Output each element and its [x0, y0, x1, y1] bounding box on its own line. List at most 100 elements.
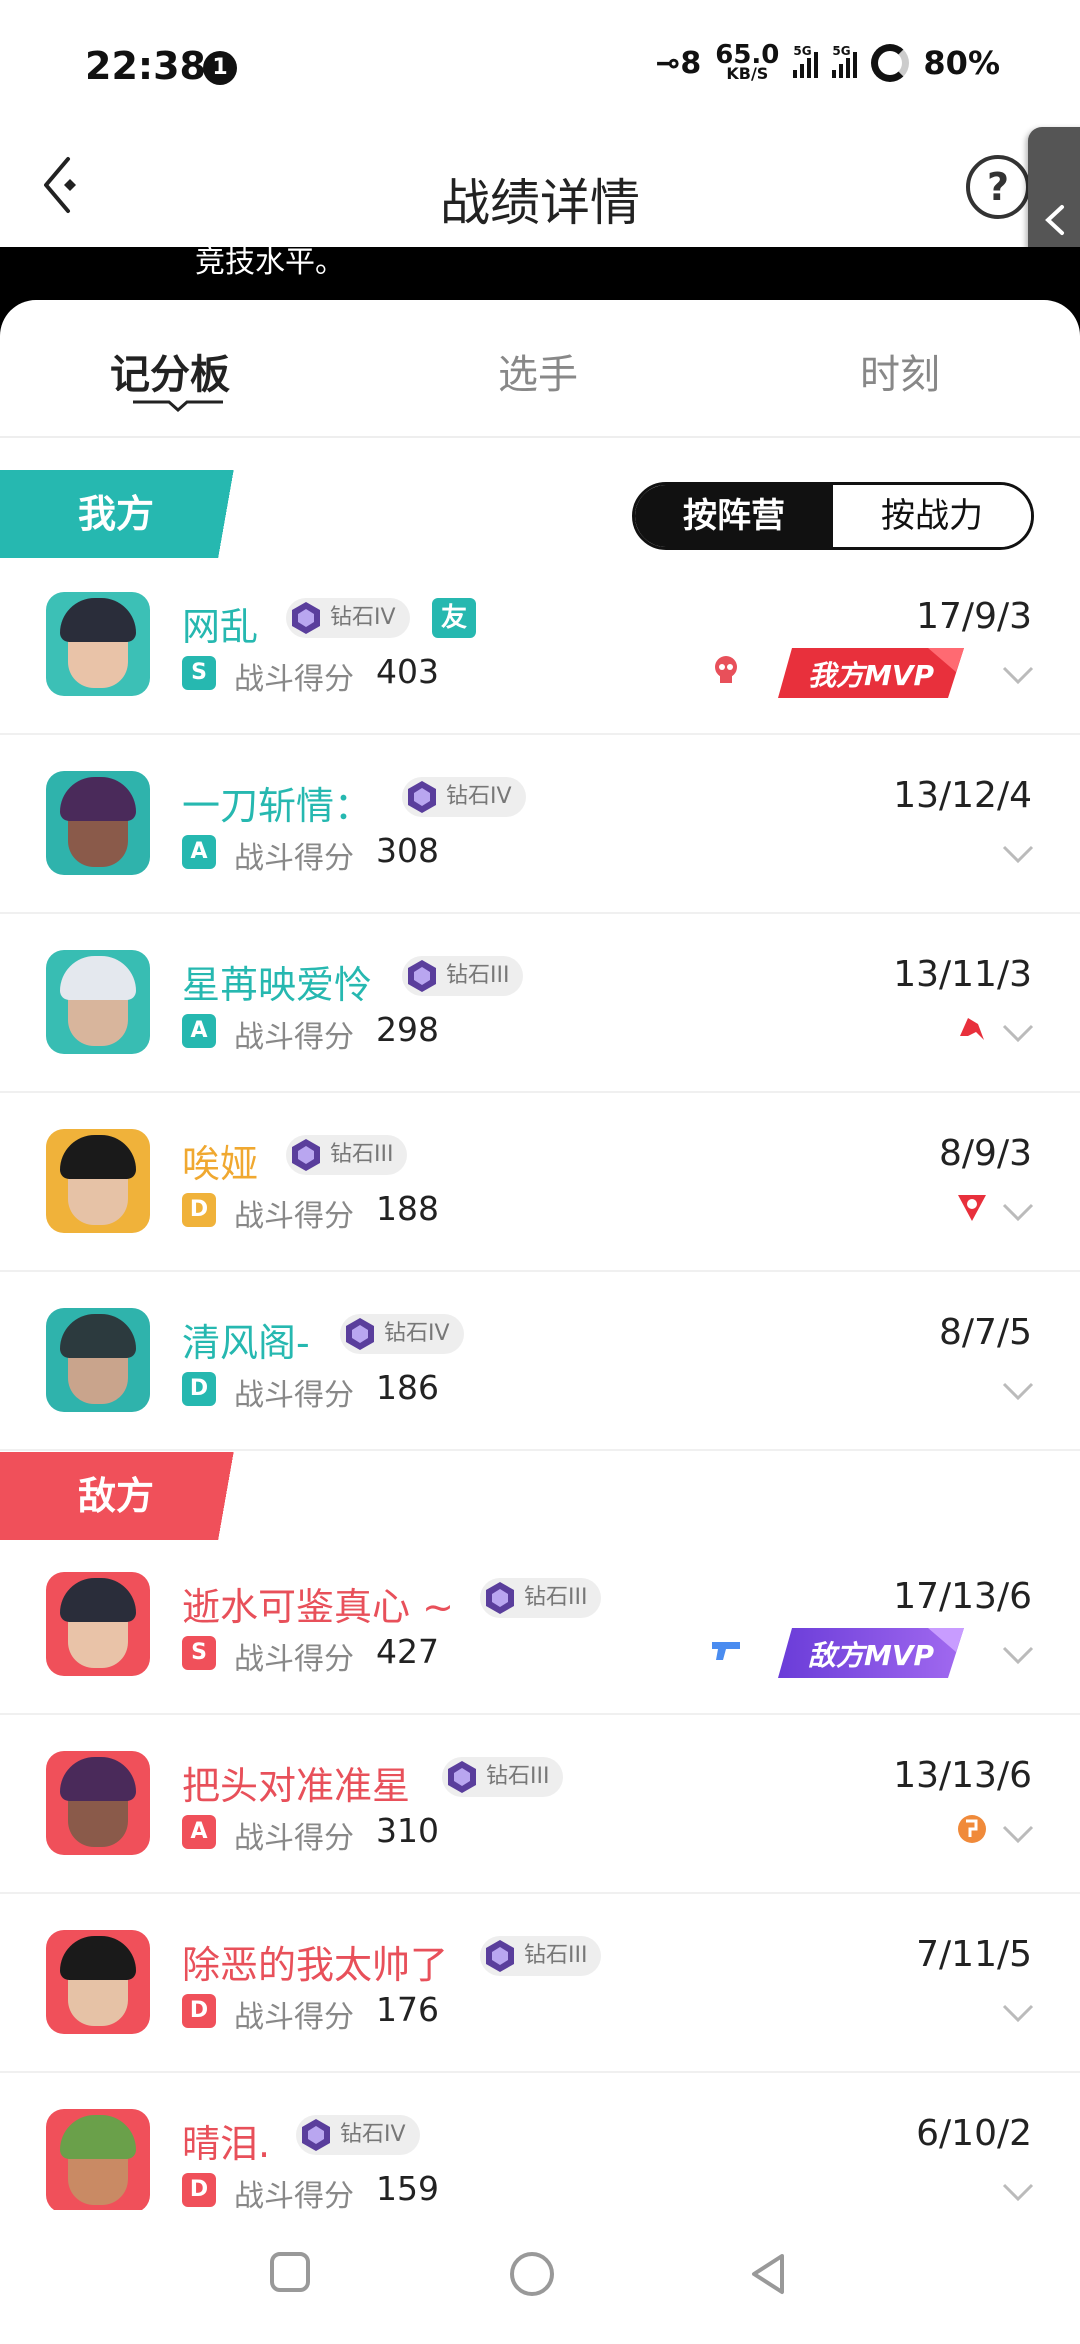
player-avatar — [46, 2109, 150, 2213]
score-label: 战斗得分 — [234, 1378, 354, 1413]
sort-by-power-button[interactable]: 按战力 — [833, 485, 1031, 547]
player-row[interactable]: 唉娅 钻石III D 战斗得分 188 8/9/3 — [0, 1093, 1080, 1272]
scoreboard-card: 记分板 选手 时刻 我方 按阵营 按战力 网乱 钻石IV 友 S 战斗得分 40… — [0, 300, 1080, 2344]
diamond-rank-icon — [408, 781, 436, 813]
sim1-label: 5G — [793, 44, 812, 58]
player-row[interactable]: 星苒映爱怜 钻石III A 战斗得分 298 13/11/3 — [0, 914, 1080, 1093]
tab-bar: 记分板 选手 时刻 — [0, 300, 1080, 438]
recents-icon[interactable] — [268, 2250, 312, 2294]
rank-badge: 钻石III — [480, 1578, 602, 1618]
grade-badge: D — [182, 1994, 216, 2028]
sort-by-camp-button[interactable]: 按阵营 — [635, 485, 833, 547]
score-label: 战斗得分 — [234, 662, 354, 697]
score-label: 战斗得分 — [234, 1199, 354, 1234]
player-name: 把头对准准星 — [182, 1764, 411, 1808]
player-avatar — [46, 1129, 150, 1233]
banner-text: 竞技水平。 — [195, 247, 345, 280]
expand-chevron-icon[interactable] — [1000, 843, 1036, 865]
home-icon[interactable] — [508, 2250, 556, 2298]
enemy-team-header: 敌方 — [0, 1452, 250, 1540]
score-value: 310 — [376, 1811, 439, 1850]
player-name: 网乱 — [182, 605, 259, 649]
kda: 8/9/3 — [939, 1133, 1032, 1174]
sort-toggle: 按阵营 按战力 — [632, 482, 1034, 550]
score-label: 战斗得分 — [234, 841, 354, 876]
grade-badge: D — [182, 2173, 216, 2207]
expand-chevron-icon[interactable] — [1000, 2002, 1036, 2024]
grade-badge: A — [182, 835, 216, 869]
grade-badge: S — [182, 656, 216, 690]
rank-badge: 钻石III — [442, 1757, 564, 1797]
grade-badge: D — [182, 1193, 216, 1227]
page-title: 战绩详情 — [440, 174, 640, 232]
player-avatar — [46, 1751, 150, 1855]
player-name: 逝水可鉴真心 ~ — [182, 1585, 454, 1629]
expand-chevron-icon[interactable] — [1000, 664, 1036, 686]
score-value: 159 — [376, 2169, 439, 2208]
mvp-label: 敌方MVP — [807, 1639, 935, 1672]
rank-label: 钻石III — [486, 1764, 550, 1789]
chevron-left-icon — [1045, 205, 1064, 235]
player-row[interactable]: 除恶的我太帅了 钻石III D 战斗得分 176 7/11/5 — [0, 1894, 1080, 2073]
rank-label: 钻石IV — [340, 2122, 406, 2147]
expand-chevron-icon[interactable] — [1000, 1022, 1036, 1044]
expand-chevron-icon[interactable] — [1000, 1823, 1036, 1845]
player-avatar — [46, 950, 150, 1054]
kda: 13/13/6 — [893, 1755, 1032, 1796]
player-name: 唉娅 — [182, 1142, 259, 1186]
help-button[interactable]: ? — [966, 155, 1030, 219]
rank-badge: 钻石III — [286, 1135, 408, 1175]
kda: 13/12/4 — [893, 775, 1032, 816]
notification-badge: 1 — [203, 51, 237, 85]
tab-players[interactable]: 选手 — [498, 342, 578, 400]
expand-chevron-icon[interactable] — [1000, 1644, 1036, 1666]
score-value: 298 — [376, 1010, 439, 1049]
status-bar: 22:38 1 ⊸8 65.0 KB/S 5G 5G 80% — [0, 0, 1080, 125]
rank-label: 钻石III — [524, 1585, 588, 1610]
grade-badge: D — [182, 1372, 216, 1406]
player-row[interactable]: 清风阁- 钻石IV D 战斗得分 186 8/7/5 — [0, 1272, 1080, 1451]
kda: 13/11/3 — [893, 954, 1032, 995]
nav-bar: 战绩详情 ? — [0, 125, 1080, 247]
grade-badge: A — [182, 1815, 216, 1849]
sim2-label: 5G — [832, 44, 851, 58]
rank-label: 钻石III — [524, 1943, 588, 1968]
player-name: 晴泪. — [182, 2122, 271, 2166]
back-nav-icon[interactable] — [746, 2250, 790, 2298]
diamond-rank-icon — [346, 1318, 374, 1350]
rank-badge: 钻石IV — [296, 2115, 420, 2155]
orange-badge-icon — [958, 1815, 986, 1843]
expand-chevron-icon[interactable] — [1000, 2181, 1036, 2203]
rank-badge: 钻石IV — [402, 777, 526, 817]
score-value: 403 — [376, 652, 439, 691]
ally-team-header: 我方 — [0, 470, 250, 558]
expand-chevron-icon[interactable] — [1000, 1201, 1036, 1223]
player-row[interactable]: 一刀斩情： 钻石IV A 战斗得分 308 13/12/4 — [0, 735, 1080, 914]
score-value: 186 — [376, 1368, 439, 1407]
player-name: 星苒映爱怜 — [182, 963, 373, 1007]
status-icons: ⊸8 65.0 KB/S 5G 5G 80% — [655, 42, 1000, 82]
player-row[interactable]: 把头对准准星 钻石III A 战斗得分 310 13/13/6 — [0, 1715, 1080, 1894]
tab-moments[interactable]: 时刻 — [860, 342, 940, 400]
grade-badge: S — [182, 1636, 216, 1670]
signal-icon-sim1: 5G — [793, 44, 819, 78]
kda: 17/9/3 — [916, 596, 1032, 637]
rank-label: 钻石III — [330, 1142, 394, 1167]
diamond-rank-icon — [486, 1582, 514, 1614]
skull-icon — [715, 656, 737, 683]
expand-chevron-icon[interactable] — [1000, 1380, 1036, 1402]
diamond-rank-icon — [408, 960, 436, 992]
player-avatar — [46, 1930, 150, 2034]
score-value: 176 — [376, 1990, 439, 2029]
player-row[interactable]: 网乱 钻石IV 友 S 战斗得分 403 17/9/3 我方MVP — [0, 556, 1080, 735]
grade-badge: A — [182, 1014, 216, 1048]
mvp-label: 我方MVP — [807, 659, 935, 692]
player-row[interactable]: 逝水可鉴真心 ~ 钻石III S 战斗得分 427 17/13/6 敌方MVP — [0, 1536, 1080, 1715]
tab-scoreboard[interactable]: 记分板 — [110, 342, 230, 400]
player-name: 除恶的我太帅了 — [182, 1943, 449, 1987]
score-value: 427 — [376, 1632, 439, 1671]
player-avatar — [46, 771, 150, 875]
player-name: 清风阁- — [182, 1321, 310, 1365]
player-avatar — [46, 592, 150, 696]
rank-label: 钻石IV — [384, 1321, 450, 1346]
